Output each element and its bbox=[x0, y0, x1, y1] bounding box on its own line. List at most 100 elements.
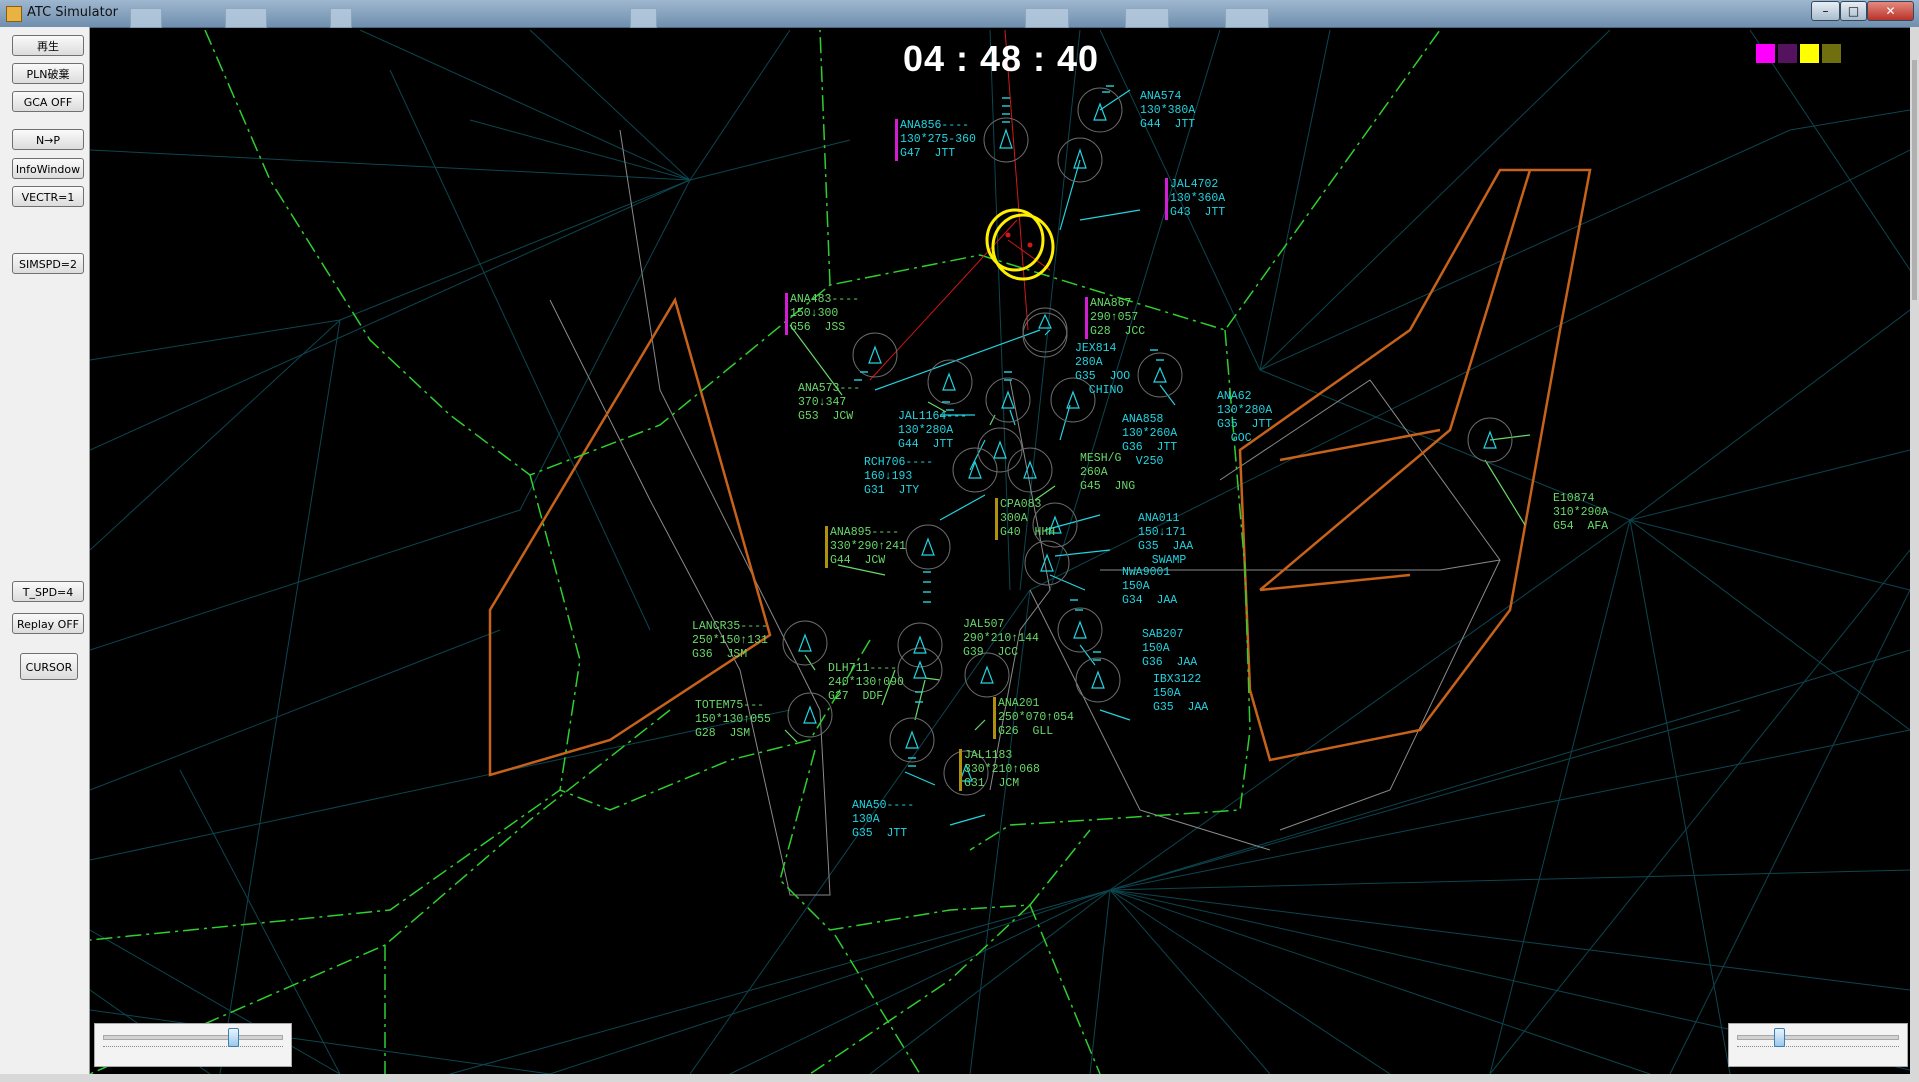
data-block-line: JAL4702 bbox=[1170, 178, 1219, 191]
data-block-line: G44 JCW bbox=[830, 554, 886, 567]
data-block-line: ANA574 bbox=[1140, 90, 1182, 103]
n-to-p-button[interactable]: N→P bbox=[12, 129, 84, 150]
zoom-slider-ticks bbox=[103, 1046, 283, 1050]
radar-scope[interactable]: 04 : 48 : 40 ANA574 130*380A G44 JTT ANA856… bbox=[90, 30, 1910, 1074]
color-swatch-magenta[interactable] bbox=[1756, 44, 1775, 63]
data-block-nwa9001[interactable]: NWA9001 150A G34 JAA bbox=[1122, 566, 1177, 608]
data-block-line: 160↓193 bbox=[864, 470, 913, 483]
vertical-scrollbar[interactable] bbox=[1912, 60, 1917, 300]
data-block-ana867[interactable]: ANA867 290↑057 G28 JCC bbox=[1085, 297, 1145, 339]
data-block-line: 150A bbox=[1142, 642, 1170, 655]
window-title: ATC Simulator bbox=[27, 5, 119, 20]
data-block-line: G43 JTT bbox=[1170, 206, 1226, 219]
app-icon bbox=[6, 6, 22, 22]
data-block-lancr35[interactable]: LANCR35---- 250*150↑131 G36 JSM bbox=[692, 620, 768, 662]
data-block-line: ANA201 bbox=[998, 697, 1040, 710]
data-block-line: G34 JAA bbox=[1122, 594, 1178, 607]
conflict-aircraft bbox=[1005, 232, 1033, 248]
data-block-ana011[interactable]: ANA011 150↓171 G35 JAA SWAMP bbox=[1138, 512, 1193, 568]
radar-map bbox=[90, 30, 1910, 1074]
control-panel: 再生 PLN破棄 GCA OFF N→P InfoWindow VECTR=1 … bbox=[0, 27, 90, 1074]
data-block-ana856[interactable]: ANA856---- 130*275-360 G47 JTT bbox=[895, 119, 976, 161]
vectr-button[interactable]: VECTR=1 bbox=[12, 186, 84, 207]
minimize-button[interactable]: – bbox=[1811, 1, 1840, 21]
data-block-jal1164[interactable]: JAL1164--- 130*280A G44 JTT bbox=[898, 410, 967, 452]
data-block-line: ANA483---- bbox=[790, 293, 860, 306]
speed-slider-track bbox=[1737, 1035, 1899, 1040]
data-block-line: G47 JTT bbox=[900, 147, 956, 160]
speed-slider-ticks bbox=[1737, 1046, 1899, 1050]
data-block-jal4702[interactable]: JAL4702 130*360A G43 JTT bbox=[1165, 178, 1225, 220]
data-block-line: ANA573--- bbox=[798, 382, 861, 395]
data-block-line: G27 DDF bbox=[828, 690, 884, 703]
data-block-mesh[interactable]: MESH/G 260A G45 JNG bbox=[1080, 452, 1135, 494]
play-button[interactable]: 再生 bbox=[12, 35, 84, 56]
data-block-line: 330*210↑068 bbox=[964, 763, 1040, 776]
data-block-jal507[interactable]: JAL507 290*210↑144 G39 JCC bbox=[963, 618, 1039, 660]
data-block-line: 240*130↑090 bbox=[828, 676, 904, 689]
close-button[interactable]: ✕ bbox=[1867, 1, 1914, 21]
data-block-line: DLH711---- bbox=[828, 662, 898, 675]
gca-toggle-button[interactable]: GCA OFF bbox=[12, 91, 84, 112]
data-block-line: 130*275-360 bbox=[900, 133, 976, 146]
color-swatch-olive[interactable] bbox=[1822, 44, 1841, 63]
data-block-ana895[interactable]: ANA895---- 330*290↑241 G44 JCW bbox=[825, 526, 906, 568]
data-block-ana62[interactable]: ANA62 130*280A G35 JTT GOC bbox=[1217, 390, 1272, 446]
data-block-line: JEX814 bbox=[1075, 342, 1117, 355]
data-block-jal1183[interactable]: JAL1183 330*210↑068 G31 JCM bbox=[959, 749, 1040, 791]
data-block-line: 150A bbox=[1153, 687, 1181, 700]
data-block-line: G45 JNG bbox=[1080, 480, 1136, 493]
t-spd-button[interactable]: T_SPD=4 bbox=[12, 581, 84, 602]
data-block-rch706[interactable]: RCH706---- 160↓193 G31 JTY bbox=[864, 456, 933, 498]
data-block-ana50[interactable]: ANA50---- 130A G35 JTT bbox=[852, 799, 914, 841]
data-block-ana201[interactable]: ANA201 250*070↑054 G26 GLL bbox=[993, 697, 1074, 739]
pln-discard-button[interactable]: PLN破棄 bbox=[12, 63, 84, 84]
data-block-line: 150A bbox=[1122, 580, 1150, 593]
data-block-line: G44 JTT bbox=[1140, 118, 1196, 131]
data-block-totem75[interactable]: TOTEM75--- 150*130↑055 G28 JSM bbox=[695, 699, 771, 741]
data-block-line: G28 JCC bbox=[1090, 325, 1146, 338]
taskbar-ghost-item bbox=[1225, 8, 1269, 28]
data-block-ana574[interactable]: ANA574 130*380A G44 JTT bbox=[1140, 90, 1195, 132]
data-block-line: G35 JTT bbox=[1217, 418, 1273, 431]
data-block-ana483[interactable]: ANA483---- 150↓300 G56 JSS bbox=[785, 293, 859, 335]
data-block-line: 130*280A bbox=[1217, 404, 1273, 417]
color-swatch-purple[interactable] bbox=[1778, 44, 1797, 63]
data-block-line: JAL1183 bbox=[964, 749, 1013, 762]
data-block-cpa083[interactable]: CPA083 300A G40 HHH bbox=[995, 498, 1055, 540]
data-block-line: G26 GLL bbox=[998, 725, 1054, 738]
restricted-area bbox=[488, 168, 1592, 777]
data-block-line: 310*290A bbox=[1553, 506, 1609, 519]
data-block-line: G35 JAA bbox=[1138, 540, 1194, 553]
replay-toggle-button[interactable]: Replay OFF bbox=[12, 613, 84, 634]
data-block-line: 290↑057 bbox=[1090, 311, 1139, 324]
data-block-jex814[interactable]: JEX814 280A G35 JOO CHINO bbox=[1075, 342, 1130, 398]
data-block-line: 130A bbox=[852, 813, 880, 826]
simspd-button[interactable]: SIMSPD=2 bbox=[12, 253, 84, 274]
zoom-slider-track bbox=[103, 1035, 283, 1040]
speed-slider[interactable] bbox=[1728, 1023, 1908, 1067]
color-swatch-yellow[interactable] bbox=[1800, 44, 1819, 63]
data-block-line: ANA856---- bbox=[900, 119, 970, 132]
window-border-bottom bbox=[0, 1074, 1919, 1082]
data-block-ana573[interactable]: ANA573--- 370↓347 G53 JCW bbox=[798, 382, 860, 424]
data-block-dlh711[interactable]: DLH711---- 240*130↑090 G27 DDF bbox=[828, 662, 904, 704]
cursor-button[interactable]: CURSOR bbox=[20, 653, 78, 680]
zoom-slider-thumb[interactable] bbox=[227, 1028, 239, 1047]
zoom-slider[interactable] bbox=[94, 1023, 292, 1067]
data-block-sab207[interactable]: SAB207 150A G36 JAA bbox=[1142, 628, 1197, 670]
data-block-line: JAL507 bbox=[963, 618, 1005, 631]
data-block-line: ANA867 bbox=[1090, 297, 1132, 310]
data-block-ibx3122[interactable]: IBX3122 150A G35 JAA bbox=[1153, 673, 1208, 715]
data-block-line: ANA62 bbox=[1217, 390, 1252, 403]
data-block-line: G35 JTT bbox=[852, 827, 908, 840]
data-block-line: G40 HHH bbox=[1000, 526, 1056, 539]
speed-slider-thumb[interactable] bbox=[1773, 1028, 1785, 1047]
data-block-line: 280A bbox=[1075, 356, 1103, 369]
maximize-button[interactable]: □ bbox=[1840, 1, 1867, 21]
data-block-line: NWA9001 bbox=[1122, 566, 1171, 579]
data-block-line: 130*260A bbox=[1122, 427, 1178, 440]
data-block-line: 130*360A bbox=[1170, 192, 1226, 205]
info-window-button[interactable]: InfoWindow bbox=[12, 158, 84, 179]
data-block-e10874[interactable]: E10874 310*290A G54 AFA bbox=[1553, 492, 1608, 534]
